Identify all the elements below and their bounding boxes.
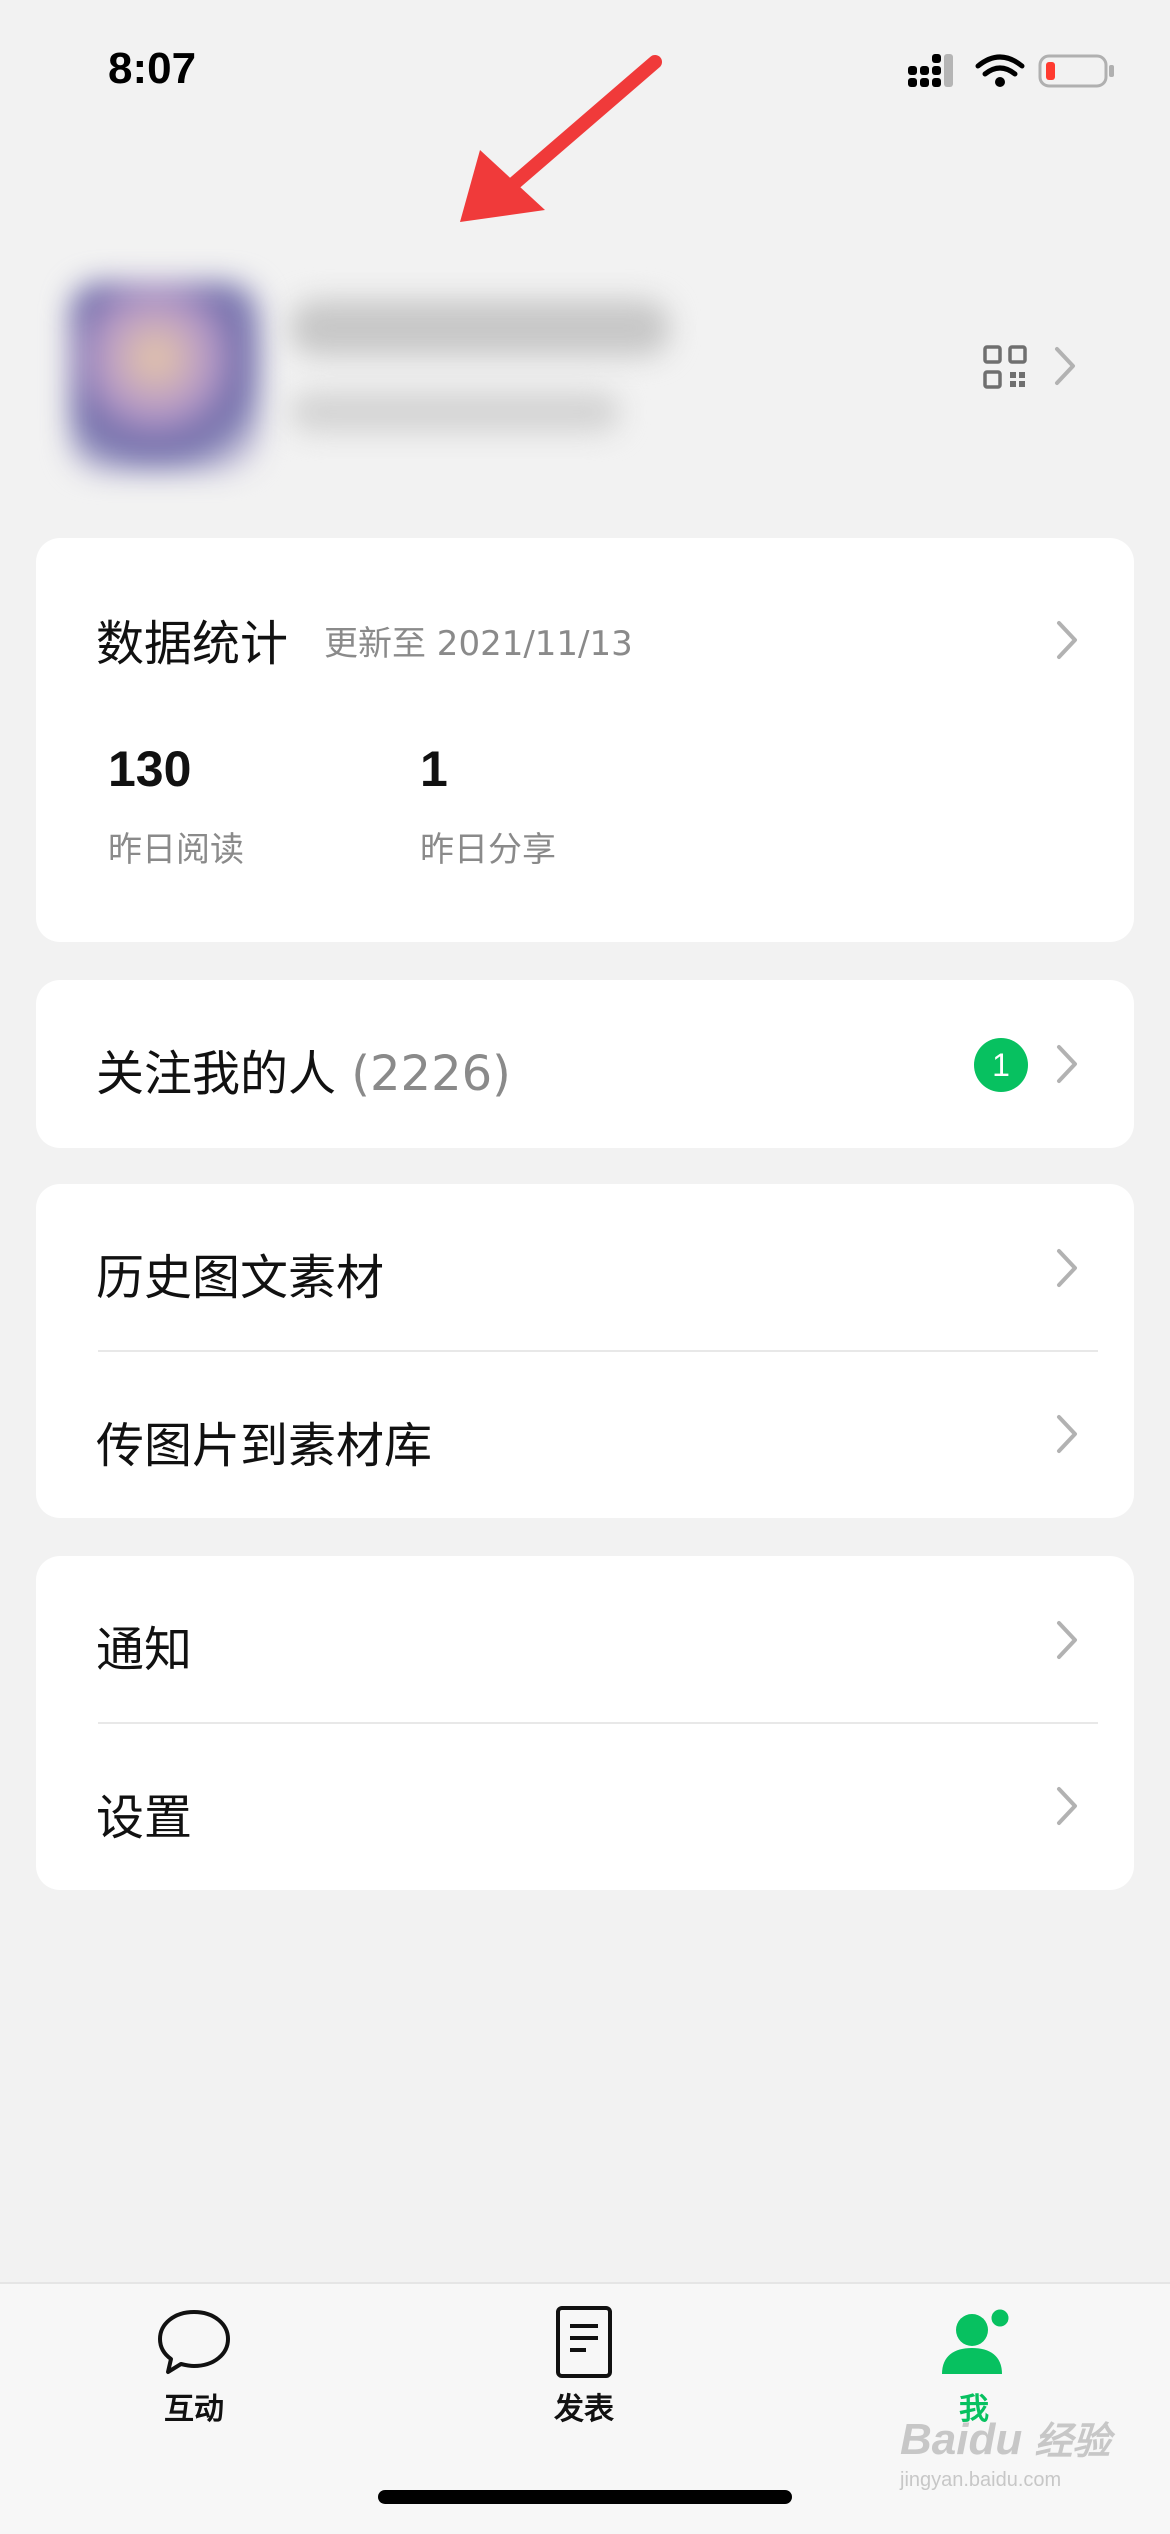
stats-card[interactable]: 数据统计 更新至 2021/11/13 130 昨日阅读 1 昨日分享	[36, 538, 1134, 942]
stat-value-reads: 130	[108, 741, 192, 797]
baidu-watermark: Baidu 经验 jingyan.baidu.com	[900, 2410, 1140, 2520]
chevron-right-icon[interactable]	[1056, 1786, 1078, 1826]
battery-icon	[1038, 54, 1114, 88]
watermark-url: jingyan.baidu.com	[900, 2469, 1062, 2491]
profile-subtitle-blurred	[290, 392, 620, 432]
stat-label-shares: 昨日分享	[420, 830, 556, 870]
qr-code-icon[interactable]	[982, 344, 1028, 390]
chevron-right-icon[interactable]	[1056, 620, 1078, 660]
notifications-row[interactable]: 通知	[36, 1556, 1134, 1722]
notifications-label: 通知	[96, 1622, 193, 1678]
chevron-right-icon[interactable]	[1056, 1414, 1078, 1454]
followers-label-group: 关注我的人 (2226)	[96, 1034, 511, 1104]
followers-label: 关注我的人	[96, 1046, 337, 1102]
followers-badge: 1	[974, 1038, 1028, 1092]
stats-title: 数据统计	[96, 616, 289, 672]
annotation-arrow	[460, 55, 662, 222]
avatar[interactable]	[70, 282, 260, 472]
document-icon	[556, 2306, 612, 2378]
upload-images-label: 传图片到素材库	[96, 1418, 433, 1474]
settings-card: 通知 设置	[36, 1556, 1134, 1890]
history-materials-row[interactable]: 历史图文素材	[36, 1184, 1134, 1350]
tab-interaction[interactable]: 互动	[94, 2304, 294, 2428]
home-indicator[interactable]	[378, 2490, 792, 2504]
watermark-brand: Baidu	[900, 2415, 1023, 2464]
stat-value-shares: 1	[420, 741, 448, 797]
followers-row[interactable]: 关注我的人 (2226) 1	[36, 980, 1134, 1148]
history-materials-label: 历史图文素材	[96, 1250, 385, 1306]
status-time: 8:07	[108, 44, 197, 93]
materials-card: 历史图文素材 传图片到素材库	[36, 1184, 1134, 1518]
chevron-right-icon[interactable]	[1056, 1620, 1078, 1660]
stats-updated: 更新至 2021/11/13	[324, 624, 633, 664]
stat-label-reads: 昨日阅读	[108, 830, 244, 870]
upload-images-row[interactable]: 传图片到素材库	[36, 1352, 1134, 1518]
tab-publish-label: 发表	[554, 2392, 614, 2427]
settings-row[interactable]: 设置	[36, 1724, 1134, 1890]
settings-label: 设置	[96, 1790, 193, 1846]
profile-chevron-icon[interactable]	[1054, 346, 1076, 386]
signal-icon	[908, 54, 1114, 88]
status-icons	[900, 48, 1120, 98]
chevron-right-icon[interactable]	[1056, 1248, 1078, 1288]
person-icon	[942, 2306, 1012, 2374]
watermark-cn: 经验	[1034, 2421, 1111, 2463]
followers-count: (2226)	[351, 1046, 511, 1102]
tab-publish[interactable]: 发表	[484, 2304, 684, 2428]
tab-interaction-label: 互动	[164, 2392, 224, 2427]
profile-name-blurred	[290, 300, 670, 356]
wifi-icon	[975, 54, 1025, 77]
chat-bubble-icon	[158, 2310, 230, 2374]
chevron-right-icon[interactable]	[1056, 1044, 1078, 1084]
